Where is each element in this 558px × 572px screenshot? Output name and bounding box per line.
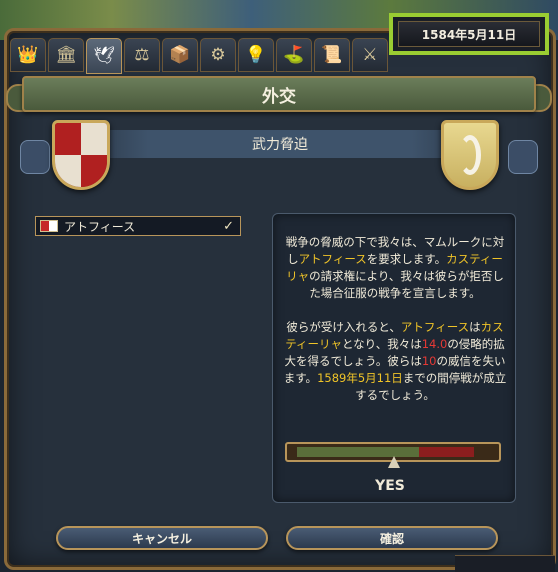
tab-military[interactable]: ⚔ (352, 38, 388, 72)
action-title: 武力脅迫 (60, 130, 500, 158)
shield-ornament-left (20, 140, 50, 174)
crate-icon: 📦 (169, 45, 191, 65)
lightbulb-icon: 💡 (245, 45, 267, 65)
tab-government[interactable]: 🏛 (48, 38, 84, 72)
tab-trade[interactable]: 📦 (162, 38, 198, 72)
description-text: 戦争の脅威の下で我々は、マムルークに対しアトフィースを要求します。カスティーリャ… (283, 234, 507, 404)
crown-icon: 👑 (17, 45, 39, 65)
tab-decisions[interactable]: 📜 (314, 38, 350, 72)
tab-missions[interactable]: ⛳ (276, 38, 312, 72)
tab-technology[interactable]: ⚙ (200, 38, 236, 72)
tab-diplomacy[interactable]: 🕊 (86, 38, 122, 74)
flag-icon: ⛳ (283, 45, 305, 65)
cancel-button[interactable]: キャンセル (56, 526, 268, 550)
acceptance-bar-green (297, 447, 419, 457)
scroll-icon: 📜 (321, 45, 343, 65)
scales-icon: ⚖ (134, 45, 150, 65)
tab-ideas[interactable]: 💡 (238, 38, 274, 72)
castile-coat-of-arms-icon[interactable] (52, 120, 110, 190)
window-title: 外交 (22, 76, 536, 112)
checkmark-icon: ✓ (223, 218, 234, 234)
dove-icon: 🕊 (93, 46, 115, 66)
gear-icon: ⚙ (210, 45, 226, 65)
acceptance-bar-red (419, 447, 474, 457)
description-paragraph-2: 彼らが受け入れると、アトフィースはカスティーリャとなり、我々は14.0の侵略的拡… (283, 320, 507, 402)
tab-court[interactable]: 👑 (10, 38, 46, 72)
acceptance-label: YES (375, 478, 405, 494)
province-name: アトフィース (64, 219, 136, 234)
building-icon: 🏛 (55, 45, 77, 65)
mamluk-coat-of-arms-icon[interactable] (441, 120, 499, 190)
description-paragraph-1: 戦争の脅威の下で我々は、マムルークに対しアトフィースを要求します。カスティーリャ… (285, 235, 505, 300)
tab-economy[interactable]: ⚖ (124, 38, 160, 72)
tab-bar: 👑 🏛 🕊 ⚖ 📦 ⚙ 💡 ⛳ 📜 ⚔ (10, 38, 388, 74)
province-flag-icon (40, 220, 58, 232)
swords-icon: ⚔ (362, 45, 378, 65)
date-display[interactable]: 1584年5月11日 (389, 13, 549, 55)
corner-ornament (455, 555, 555, 572)
shield-ornament-right (508, 140, 538, 174)
province-list-item[interactable]: アトフィース ✓ (35, 216, 241, 236)
date-label: 1584年5月11日 (398, 21, 540, 47)
acceptance-marker-icon (388, 456, 400, 468)
confirm-button[interactable]: 確認 (286, 526, 498, 550)
